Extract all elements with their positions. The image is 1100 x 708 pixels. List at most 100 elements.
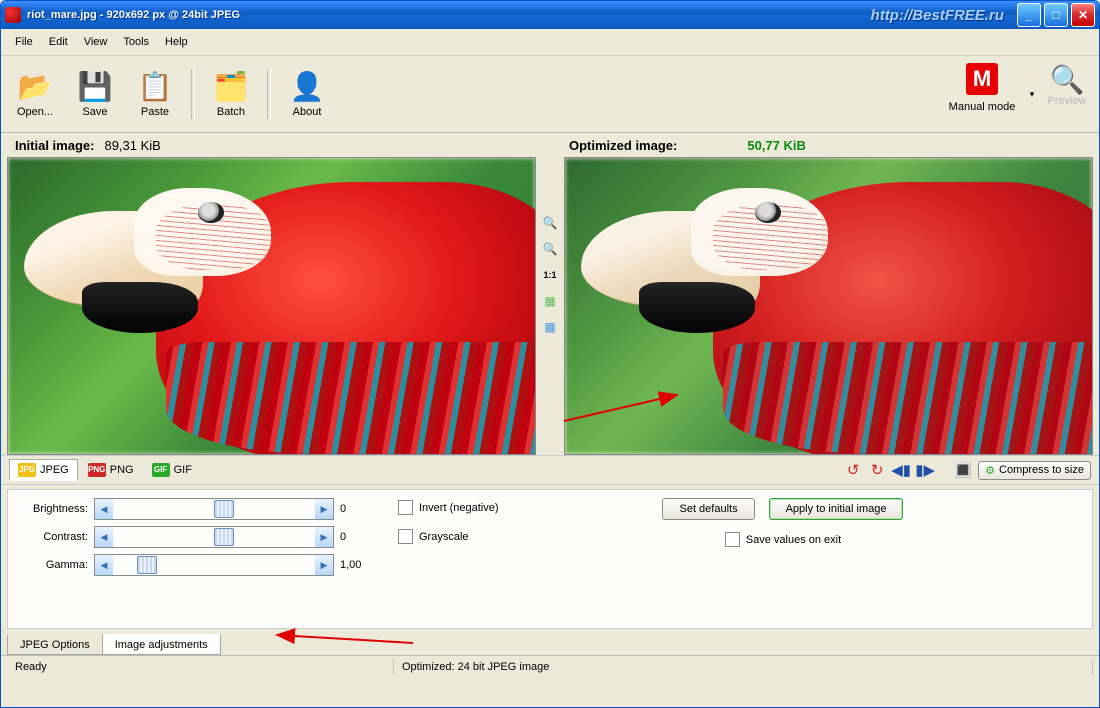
menu-file[interactable]: File: [7, 34, 41, 50]
left-arrow-icon[interactable]: ◀: [95, 527, 113, 547]
manual-mode-icon: M: [966, 63, 998, 95]
main-toolbar: 📂 Open... 💾 Save 📋 Paste 🗂️Batch 👤 About M M…: [1, 56, 1099, 133]
close-button[interactable]: ✕: [1071, 3, 1095, 27]
title-bar: riot_mare.jpg - 920x692 px @ 24bit JPEG …: [1, 1, 1099, 29]
initial-image-pane[interactable]: [7, 157, 536, 455]
optimized-image-pane[interactable]: [564, 157, 1093, 455]
flip-horizontal-icon[interactable]: ◀▮: [892, 461, 910, 479]
save-on-exit-label: Save values on exit: [746, 534, 841, 546]
menu-view[interactable]: View: [76, 34, 116, 50]
format-tab-png[interactable]: PNGPNG: [80, 460, 142, 480]
open-folder-icon: 📂: [19, 70, 51, 102]
open-label: Open...: [17, 106, 53, 118]
fit-window-button[interactable]: ▦: [540, 291, 560, 311]
apply-to-initial-button[interactable]: Apply to initial image: [769, 498, 904, 520]
rotate-left-icon[interactable]: ↺: [844, 461, 862, 479]
jpeg-tab-label: JPEG: [40, 464, 69, 476]
paste-label: Paste: [141, 106, 169, 118]
preview-label: Preview: [1047, 95, 1086, 107]
mode-dropdown-arrow[interactable]: ▾: [1025, 78, 1039, 110]
initial-image-label: Initial image:: [15, 138, 94, 153]
brightness-value: 0: [340, 503, 374, 515]
about-person-icon: 👤: [291, 70, 323, 102]
format-tab-gif[interactable]: GIFGIF: [144, 460, 200, 480]
optimized-image-label: Optimized image:: [569, 138, 677, 153]
grayscale-checkbox[interactable]: [398, 529, 413, 544]
bottom-tab-strip: JPEG Options Image adjustments: [1, 629, 1099, 655]
contrast-value: 0: [340, 531, 374, 543]
compress-to-size-label: Compress to size: [999, 464, 1084, 476]
compress-to-size-button[interactable]: ⚙ Compress to size: [978, 461, 1091, 480]
zoom-1to1-button[interactable]: 1:1: [540, 265, 560, 285]
compress-gear-icon: ⚙: [985, 464, 995, 477]
status-optimized: Optimized: 24 bit JPEG image: [394, 659, 1093, 675]
image-adjustments-panel: Brightness: ◀▶ 0 Contrast: ◀▶ 0 Gamma: ◀…: [7, 489, 1093, 629]
watermark-text: http://BestFREE.ru: [871, 7, 1004, 24]
preview-row: 🔍 🔍 1:1 ▦ ▦: [1, 157, 1099, 455]
batch-icon: 🗂️: [215, 70, 247, 102]
paste-button[interactable]: 📋 Paste: [127, 63, 183, 125]
status-bar: Ready Optimized: 24 bit JPEG image: [1, 655, 1099, 678]
manual-mode-label: Manual mode: [949, 101, 1016, 113]
menu-bar: File Edit View Tools Help: [1, 29, 1099, 56]
left-arrow-icon[interactable]: ◀: [95, 555, 113, 575]
initial-image-size: 89,31 KiB: [104, 138, 160, 153]
zoom-in-button[interactable]: 🔍: [540, 213, 560, 233]
size-info-bar: Initial image: 89,31 KiB Optimized image…: [1, 133, 1099, 157]
contrast-slider[interactable]: ◀▶: [94, 526, 334, 548]
preview-button-disabled: 🔍Preview: [1039, 63, 1095, 125]
jpeg-chip-icon: JPG: [18, 463, 36, 477]
brightness-label: Brightness:: [18, 503, 88, 515]
tab-jpeg-options-label: JPEG Options: [20, 639, 90, 651]
annotation-arrow-icon: [269, 625, 419, 649]
open-button[interactable]: 📂 Open...: [7, 63, 63, 125]
right-arrow-icon[interactable]: ▶: [315, 499, 333, 519]
format-bar: JPG JPEG PNGPNG GIFGIF ↺ ↻ ◀▮ ▮▶ 🔳 ⚙ Compr…: [1, 455, 1099, 485]
status-ready: Ready: [7, 659, 394, 675]
invert-label: Invert (negative): [419, 502, 498, 514]
app-icon: [5, 7, 21, 23]
save-on-exit-checkbox[interactable]: [725, 532, 740, 547]
tab-jpeg-options[interactable]: JPEG Options: [7, 635, 103, 655]
grayscale-label: Grayscale: [419, 531, 469, 543]
gamma-slider[interactable]: ◀▶: [94, 554, 334, 576]
tab-image-adjustments-label: Image adjustments: [115, 639, 208, 651]
rotate-right-icon[interactable]: ↻: [868, 461, 886, 479]
png-chip-icon: PNG: [88, 463, 106, 477]
save-label: Save: [82, 106, 107, 118]
flip-vertical-icon[interactable]: ▮▶: [916, 461, 934, 479]
menu-edit[interactable]: Edit: [41, 34, 76, 50]
resize-icon[interactable]: 🔳: [954, 461, 972, 479]
maximize-button[interactable]: □: [1044, 3, 1068, 27]
menu-help[interactable]: Help: [157, 34, 196, 50]
toolbar-separator: [267, 69, 271, 119]
brightness-slider[interactable]: ◀▶: [94, 498, 334, 520]
tab-image-adjustments[interactable]: Image adjustments: [102, 634, 221, 655]
zoom-out-button[interactable]: 🔍: [540, 239, 560, 259]
save-button[interactable]: 💾 Save: [67, 63, 123, 125]
right-arrow-icon[interactable]: ▶: [315, 527, 333, 547]
window-title: riot_mare.jpg - 920x692 px @ 24bit JPEG: [27, 9, 240, 21]
toolbar-separator: [191, 69, 195, 119]
menu-tools[interactable]: Tools: [115, 34, 157, 50]
paste-clipboard-icon: 📋: [139, 70, 171, 102]
zoom-tool-column: 🔍 🔍 1:1 ▦ ▦: [536, 157, 564, 455]
format-tab-jpeg[interactable]: JPG JPEG: [9, 459, 78, 481]
invert-checkbox[interactable]: [398, 500, 413, 515]
about-label: About: [293, 106, 322, 118]
contrast-label: Contrast:: [18, 531, 88, 543]
save-floppy-icon: 💾: [79, 70, 111, 102]
left-arrow-icon[interactable]: ◀: [95, 499, 113, 519]
gamma-value: 1,00: [340, 559, 374, 571]
batch-button[interactable]: 🗂️Batch: [203, 63, 259, 125]
set-defaults-label: Set defaults: [679, 503, 737, 515]
minimize-button[interactable]: _: [1017, 3, 1041, 27]
manual-mode-button[interactable]: M Manual mode: [939, 63, 1025, 125]
pan-button[interactable]: ▦: [540, 317, 560, 337]
gamma-label: Gamma:: [18, 559, 88, 571]
gif-chip-icon: GIF: [152, 463, 170, 477]
right-arrow-icon[interactable]: ▶: [315, 555, 333, 575]
about-button[interactable]: 👤 About: [279, 63, 335, 125]
set-defaults-button[interactable]: Set defaults: [662, 498, 754, 520]
optimized-image-size: 50,77 KiB: [747, 138, 806, 153]
